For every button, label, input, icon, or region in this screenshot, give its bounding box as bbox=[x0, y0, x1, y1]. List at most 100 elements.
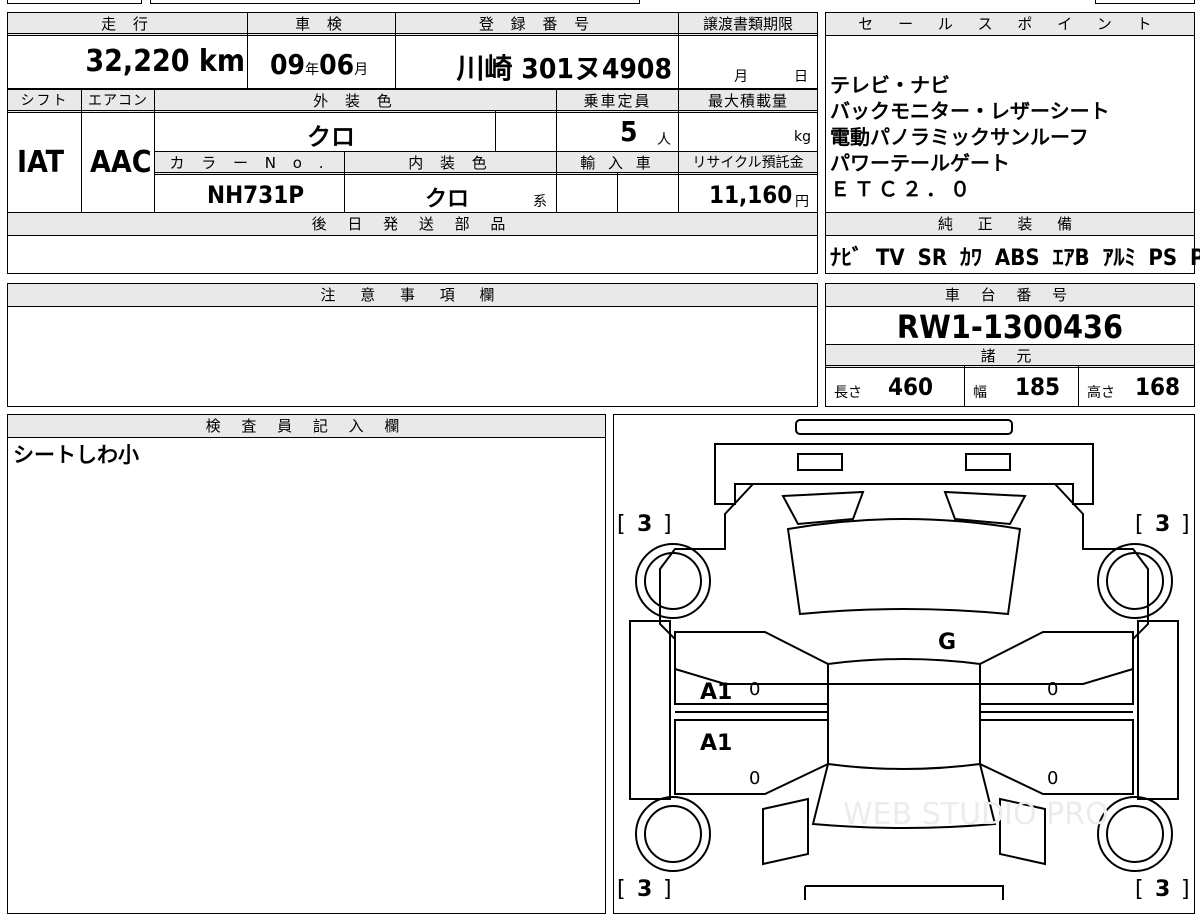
equipment-list: ﾅﾋﾞ TV SR ｶﾜ ABS ｴｱB ｱﾙﾐ PS PW bbox=[830, 240, 1200, 272]
sales-point-item: テレビ・ナビ bbox=[830, 73, 950, 97]
wheel-rear-right-inner bbox=[1106, 805, 1164, 863]
equipment-item: TV bbox=[875, 246, 905, 271]
inspection-value: 09年06月 bbox=[270, 48, 368, 81]
shift-value: IAT bbox=[17, 145, 65, 180]
sales-points-header: セ ー ル ス ポ イ ン ト bbox=[825, 12, 1195, 36]
height-cell: 高さ 168 bbox=[1078, 365, 1195, 407]
mark-lr-zero: 0 bbox=[749, 768, 760, 789]
bracket-fl-close: ] bbox=[663, 512, 672, 537]
side-right bbox=[1137, 620, 1179, 800]
wheel-rear-right bbox=[1097, 796, 1173, 872]
tire-fr-grade: 3 bbox=[1155, 512, 1170, 537]
wheel-front-left bbox=[635, 543, 711, 619]
roof bbox=[827, 658, 981, 770]
equipment-item: PS bbox=[1148, 246, 1178, 271]
wheel-front-left-inner bbox=[644, 552, 702, 610]
bracket-fr-open: [ bbox=[1135, 512, 1144, 537]
wheel-rear-left bbox=[635, 796, 711, 872]
wheel-front-right-inner bbox=[1106, 552, 1164, 610]
bracket-fr-close: ] bbox=[1181, 512, 1190, 537]
year-unit: 年 bbox=[305, 62, 320, 78]
top-remnant bbox=[1095, 0, 1195, 4]
aircon-value: AAC bbox=[90, 145, 152, 180]
sales-point-item: 電動パノラミックサンルーフ bbox=[830, 125, 1089, 149]
mileage-unit: km bbox=[198, 44, 245, 79]
mark-rr-zero: 0 bbox=[1047, 768, 1058, 789]
inspection-month: 06 bbox=[319, 48, 355, 81]
length-label: 長さ bbox=[834, 385, 862, 401]
rear-bumper bbox=[805, 885, 1004, 900]
inspector-comment: シートしわ小 bbox=[13, 443, 139, 467]
deadline-day-unit: 日 bbox=[794, 69, 808, 85]
wheel-front-right bbox=[1097, 543, 1173, 619]
interior-color-value: クロ bbox=[425, 187, 470, 212]
height-value: 168 bbox=[1135, 373, 1181, 401]
interior-suffix: 系 bbox=[533, 194, 547, 210]
height-label: 高さ bbox=[1087, 385, 1115, 401]
top-remnant bbox=[7, 0, 142, 4]
inspection-year: 09 bbox=[270, 48, 306, 81]
inspector-block bbox=[7, 414, 606, 914]
mark-rf-zero: 0 bbox=[1047, 679, 1058, 700]
sales-point-item: パワーテールゲート bbox=[830, 151, 1010, 175]
capacity-cell: 5 人 bbox=[556, 110, 679, 152]
equipment-item: SR bbox=[917, 246, 948, 271]
mileage-value: 32,220 km bbox=[85, 44, 245, 79]
exterior-color-extra-cell bbox=[495, 110, 557, 152]
equipment-header: 純 正 装 備 bbox=[825, 212, 1195, 236]
equipment-item: ABS bbox=[994, 246, 1040, 271]
tire-rr-grade: 3 bbox=[1155, 877, 1170, 900]
mark-lf-zero: 0 bbox=[749, 679, 760, 700]
equipment-item: ｴｱB bbox=[1052, 246, 1090, 271]
length-cell: 長さ 460 bbox=[825, 365, 965, 407]
exterior-color-value: クロ bbox=[307, 123, 355, 151]
capacity-unit: 人 bbox=[657, 132, 671, 148]
later-parts-header: 後 日 発 送 部 品 bbox=[7, 212, 818, 236]
sales-point-item: ＥＴＣ２．０ bbox=[830, 177, 974, 201]
damage-mark-left-rear-door: A1 bbox=[700, 731, 732, 756]
equipment-item: ﾅﾋﾞ bbox=[830, 246, 864, 271]
max-load-cell: kg bbox=[678, 110, 818, 152]
top-remnant bbox=[150, 0, 640, 4]
interior-color-cell: クロ 系 bbox=[344, 172, 557, 213]
equipment-item: PW bbox=[1190, 246, 1200, 271]
color-no-value: NH731P bbox=[207, 181, 305, 209]
damage-mark-left-front-door: A1 bbox=[700, 680, 732, 705]
side-left bbox=[629, 620, 671, 800]
hood-outline bbox=[714, 443, 1094, 505]
bracket-rr-close: ] bbox=[1181, 877, 1190, 900]
mirror-right bbox=[943, 490, 1027, 526]
bracket-rl-open: [ bbox=[617, 877, 626, 900]
exterior-color-cell: クロ bbox=[154, 110, 496, 152]
bracket-rl-close: ] bbox=[663, 877, 672, 900]
bracket-rr-open: [ bbox=[1135, 877, 1144, 900]
transfer-deadline-cell: 月 日 bbox=[678, 33, 818, 89]
mileage-cell: 32,220 km bbox=[7, 33, 248, 89]
color-no-cell: NH731P bbox=[154, 172, 345, 213]
chassis-header: 車 台 番 号 bbox=[825, 283, 1195, 307]
headlight-right bbox=[965, 453, 1011, 471]
registration-number: 川崎 301ヌ4908 bbox=[456, 52, 672, 85]
headlight-left bbox=[797, 453, 843, 471]
sales-points-list: テレビ・ナビ バックモニター・レザーシート 電動パノラミックサンルーフ パワーテ… bbox=[830, 72, 1110, 202]
deadline-month-unit: 月 bbox=[734, 69, 748, 85]
front-bumper bbox=[795, 419, 1013, 435]
import-cell-b bbox=[617, 172, 679, 213]
width-cell: 幅 185 bbox=[964, 365, 1079, 407]
tire-rl-grade: 3 bbox=[637, 877, 652, 900]
tire-fl-grade: 3 bbox=[637, 512, 652, 537]
inspection-cell: 09年06月 bbox=[247, 33, 396, 89]
sales-point-item: バックモニター・レザーシート bbox=[830, 99, 1110, 123]
month-unit: 月 bbox=[354, 62, 369, 78]
wheel-rear-left-inner bbox=[644, 805, 702, 863]
watermark: WEB STUDIO PRO bbox=[843, 797, 1109, 832]
registration-cell: 川崎 301ヌ4908 bbox=[395, 33, 679, 89]
rear-quarter-left bbox=[762, 797, 809, 866]
import-cell-a bbox=[556, 172, 618, 213]
aircon-cell: AAC bbox=[81, 110, 155, 213]
equipment-item: ｶﾜ bbox=[960, 246, 983, 271]
length-value: 460 bbox=[888, 373, 934, 401]
width-label: 幅 bbox=[973, 385, 987, 401]
mileage-number: 32,220 bbox=[85, 44, 190, 79]
max-load-unit: kg bbox=[794, 129, 811, 145]
